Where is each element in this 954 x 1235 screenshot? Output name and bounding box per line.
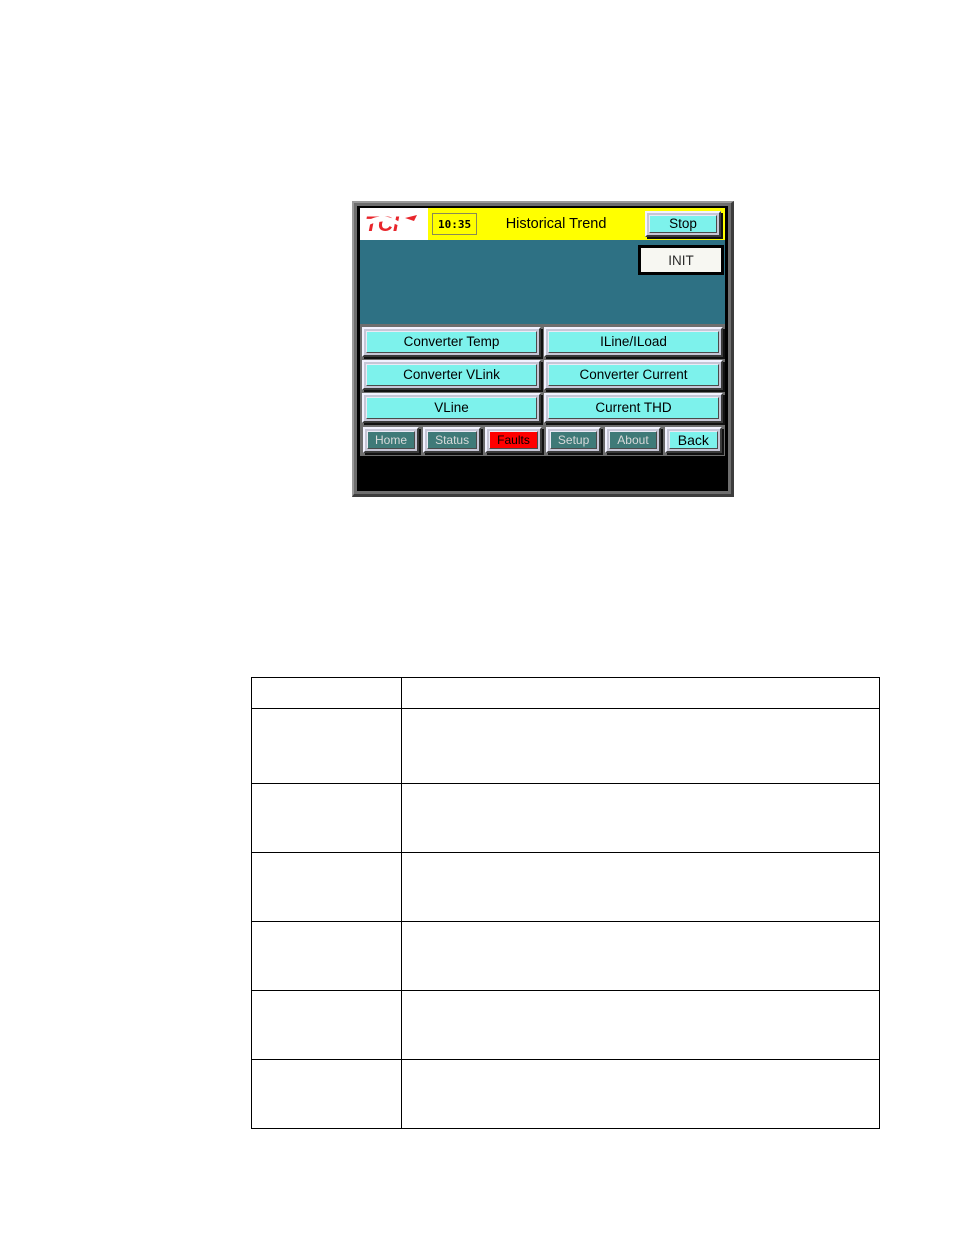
nav-button-label: Home [367, 431, 416, 449]
table-cell [401, 1059, 880, 1129]
table-cell [401, 708, 880, 784]
table-cell [401, 783, 880, 853]
table-body [251, 708, 880, 1129]
trend-button-grid: Converter Temp ILine/ILoad Converter VLi… [360, 324, 725, 425]
trend-button-label: Converter Temp [366, 331, 537, 353]
nav-button-setup[interactable]: Setup [545, 427, 602, 453]
trend-button-current-thd[interactable]: Current THD [544, 393, 723, 423]
table-row [251, 1059, 880, 1129]
specification-table [251, 677, 880, 1129]
table-header-cell [251, 677, 402, 709]
trend-button-vline[interactable]: VLine [362, 393, 541, 423]
table-cell [251, 708, 402, 784]
stop-button-label: Stop [649, 215, 717, 233]
status-badge: INIT [638, 245, 724, 275]
hmi-panel-bezel: TCI 10:35 Historical Trend Stop INIT Con… [352, 201, 734, 497]
trend-button-label: Current THD [548, 397, 719, 419]
nav-button-label: Status [427, 431, 478, 449]
table-header-cell [401, 677, 880, 709]
trend-button-converter-temp[interactable]: Converter Temp [362, 327, 541, 357]
table-row [251, 708, 880, 784]
clock-display: 10:35 [432, 213, 478, 235]
navigation-bar: Home Status Faults Setup About Back [360, 425, 725, 456]
table-cell [401, 990, 880, 1060]
trend-button-label: Converter Current [548, 364, 719, 386]
nav-button-status[interactable]: Status [423, 427, 482, 453]
table-cell [251, 921, 402, 991]
tci-logo-icon: TCI [365, 213, 422, 236]
nav-button-label: Setup [549, 431, 598, 449]
table-header-row [251, 677, 880, 709]
nav-button-about[interactable]: About [605, 427, 661, 453]
table-row [251, 783, 880, 853]
table-row [251, 990, 880, 1060]
nav-button-home[interactable]: Home [363, 427, 420, 453]
nav-button-label: Faults [489, 431, 538, 449]
hmi-header-bar: TCI 10:35 Historical Trend Stop [360, 208, 725, 240]
trend-button-label: VLine [366, 397, 537, 419]
page-title: Historical Trend [505, 216, 607, 232]
table-cell [251, 783, 402, 853]
trend-button-label: Converter VLink [366, 364, 537, 386]
table-row [251, 852, 880, 922]
trend-button-iline-iload[interactable]: ILine/ILoad [544, 327, 723, 357]
tci-logo: TCI [360, 208, 428, 240]
table-cell [401, 852, 880, 922]
nav-button-back[interactable]: Back [664, 427, 722, 453]
trend-button-label: ILine/ILoad [548, 331, 719, 353]
trend-button-converter-vlink[interactable]: Converter VLink [362, 360, 541, 390]
trend-display-area[interactable]: INIT [360, 240, 725, 324]
table-cell [401, 921, 880, 991]
table-cell [251, 1059, 402, 1129]
table-cell [251, 990, 402, 1060]
svg-text:TCI: TCI [365, 213, 400, 236]
nav-button-faults[interactable]: Faults [485, 427, 542, 453]
trend-button-converter-current[interactable]: Converter Current [544, 360, 723, 390]
hmi-screen: TCI 10:35 Historical Trend Stop INIT Con… [357, 206, 728, 491]
table-row [251, 921, 880, 991]
nav-button-label: Back [668, 431, 718, 449]
table-cell [251, 852, 402, 922]
nav-button-label: About [609, 431, 657, 449]
stop-button-area: Stop [641, 208, 725, 240]
stop-button[interactable]: Stop [645, 211, 721, 237]
